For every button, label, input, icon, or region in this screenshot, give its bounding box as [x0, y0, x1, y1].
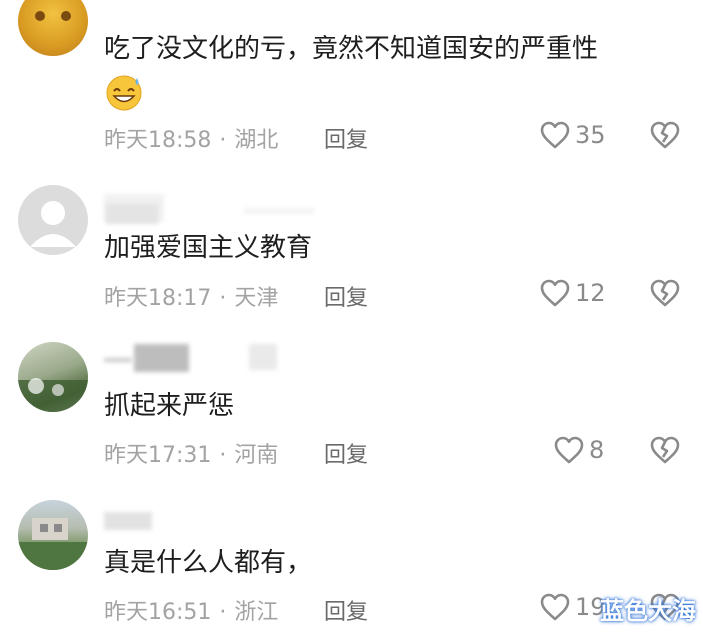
- avatar-image: [35, 11, 71, 21]
- like-button[interactable]: 19: [539, 592, 606, 622]
- comment-time: 昨天18:17: [104, 286, 212, 311]
- comment-text: 吃了没文化的亏，竟然不知道国安的严重性: [104, 34, 599, 64]
- comment-location: 浙江: [234, 600, 279, 625]
- heart-icon: [540, 279, 570, 307]
- comment-meta: 昨天16:51 · 浙江: [104, 594, 278, 626]
- reply-button[interactable]: 回复: [324, 437, 368, 469]
- comment-time: 昨天16:51: [104, 600, 212, 625]
- grinning-sweat-emoji-icon: [104, 72, 144, 112]
- default-avatar-icon: [30, 201, 76, 247]
- like-button[interactable]: 35: [539, 120, 606, 150]
- avatar[interactable]: [18, 185, 88, 255]
- comment-location: 河南: [234, 443, 279, 468]
- meta-separator: ·: [219, 286, 227, 311]
- comment-meta: 昨天18:17 · 天津: [104, 280, 278, 312]
- avatar-image: [18, 378, 88, 412]
- comment-time: 昨天17:31: [104, 443, 212, 468]
- avatar[interactable]: [18, 500, 88, 570]
- heart-icon: [554, 436, 584, 464]
- like-count: 35: [575, 121, 606, 149]
- like-button[interactable]: 8: [553, 435, 604, 465]
- meta-separator: ·: [219, 128, 227, 153]
- avatar[interactable]: [18, 342, 88, 412]
- comment-text: 真是什么人都有，: [104, 548, 313, 578]
- comment-meta: 昨天18:58 · 湖北: [104, 122, 278, 154]
- broken-heart-icon[interactable]: [649, 278, 681, 308]
- meta-separator: ·: [219, 600, 227, 625]
- comment-meta: 昨天17:31 · 河南: [104, 437, 278, 469]
- watermark: 蓝色大海: [600, 597, 696, 625]
- comment-location: 天津: [234, 286, 279, 311]
- like-button[interactable]: 12: [539, 278, 606, 308]
- blurred-username: [104, 344, 284, 374]
- comment-time: 昨天18:58: [104, 128, 212, 153]
- comment-text: 加强爱国主义教育: [104, 233, 313, 263]
- comment-text: 抓起来严惩: [104, 391, 235, 421]
- blurred-username: [104, 506, 164, 536]
- broken-heart-icon[interactable]: [649, 120, 681, 150]
- reply-button[interactable]: 回复: [324, 594, 368, 626]
- like-count: 12: [575, 279, 606, 307]
- reply-button[interactable]: 回复: [324, 122, 368, 154]
- blurred-username: [104, 194, 324, 224]
- heart-icon: [540, 121, 570, 149]
- heart-icon: [540, 593, 570, 621]
- avatar[interactable]: [18, 0, 88, 56]
- broken-heart-icon[interactable]: [649, 435, 681, 465]
- like-count: 8: [589, 436, 605, 464]
- comment-location: 湖北: [234, 128, 279, 153]
- reply-button[interactable]: 回复: [324, 280, 368, 312]
- meta-separator: ·: [219, 443, 227, 468]
- avatar-image: [18, 518, 88, 570]
